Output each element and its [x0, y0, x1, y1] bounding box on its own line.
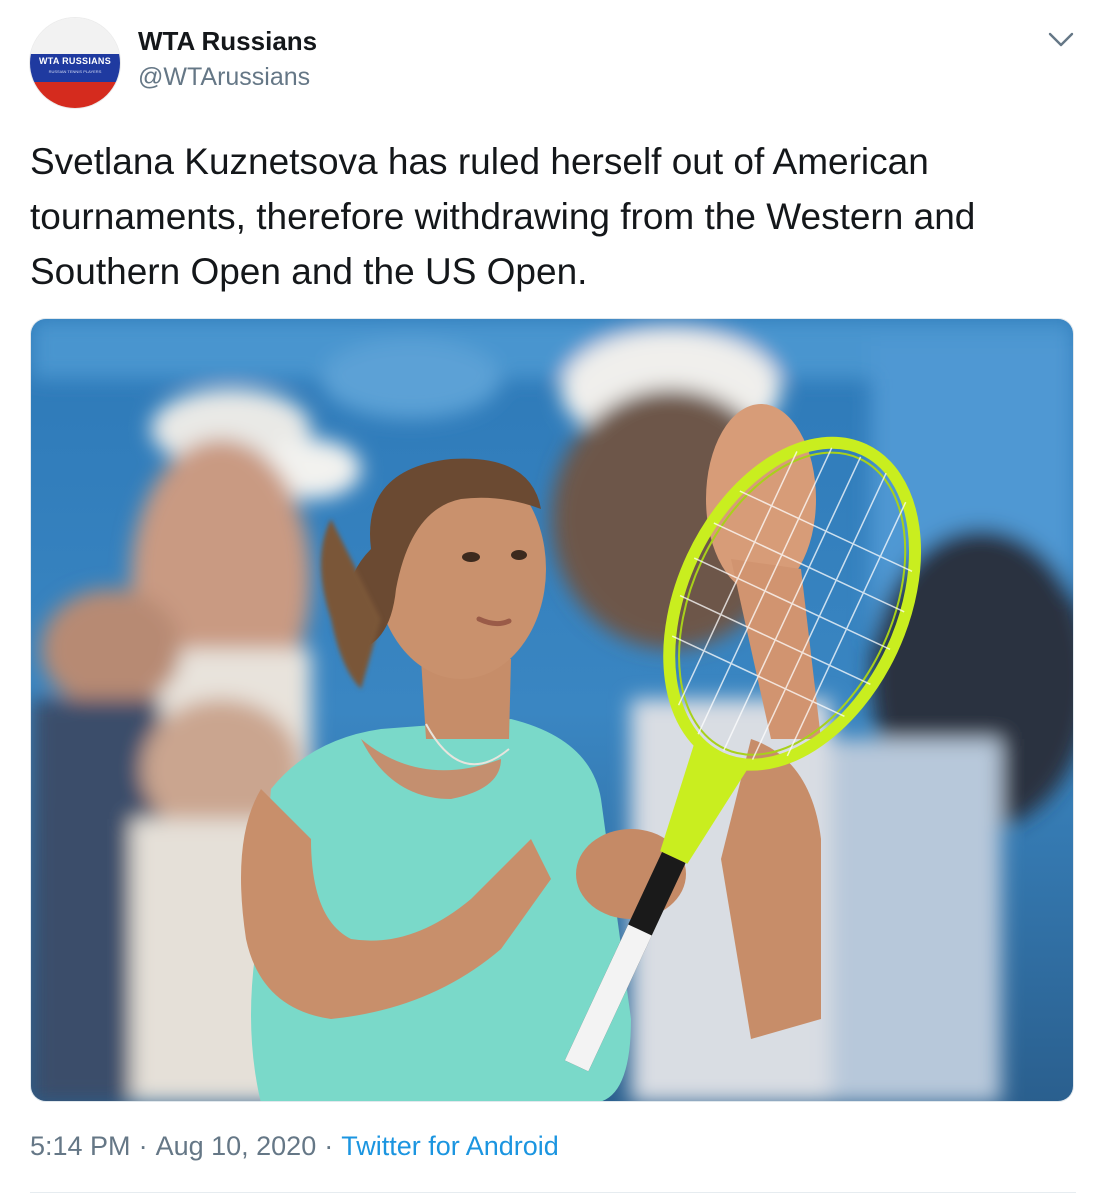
tweet-time[interactable]: 5:14 PM — [30, 1131, 131, 1161]
photo-tennis-player-icon — [31, 319, 1073, 1101]
avatar[interactable]: WTA RUSSIANS RUSSIAN TENNIS PLAYERS — [30, 18, 120, 108]
tweet-date[interactable]: Aug 10, 2020 — [156, 1131, 317, 1161]
tweet-source-link[interactable]: Twitter for Android — [341, 1131, 559, 1161]
chevron-down-icon[interactable] — [1046, 26, 1076, 52]
avatar-logo-subtext: RUSSIAN TENNIS PLAYERS — [48, 69, 102, 74]
tweet-text: Svetlana Kuznetsova has ruled herself ou… — [30, 141, 976, 292]
meta-separator: · — [324, 1131, 334, 1161]
meta-separator: · — [138, 1131, 148, 1161]
author-handle[interactable]: @WTArussians — [138, 63, 310, 92]
tweet-meta: 5:14 PM · Aug 10, 2020 · Twitter for Android — [30, 1131, 559, 1162]
tweet-media-photo[interactable] — [30, 318, 1074, 1102]
author-display-name[interactable]: WTA Russians — [138, 26, 317, 57]
divider — [30, 1192, 1076, 1193]
avatar-logo-text: WTA RUSSIANS — [38, 56, 112, 66]
tweet-card: WTA RUSSIANS RUSSIAN TENNIS PLAYERS WTA … — [0, 0, 1106, 1200]
